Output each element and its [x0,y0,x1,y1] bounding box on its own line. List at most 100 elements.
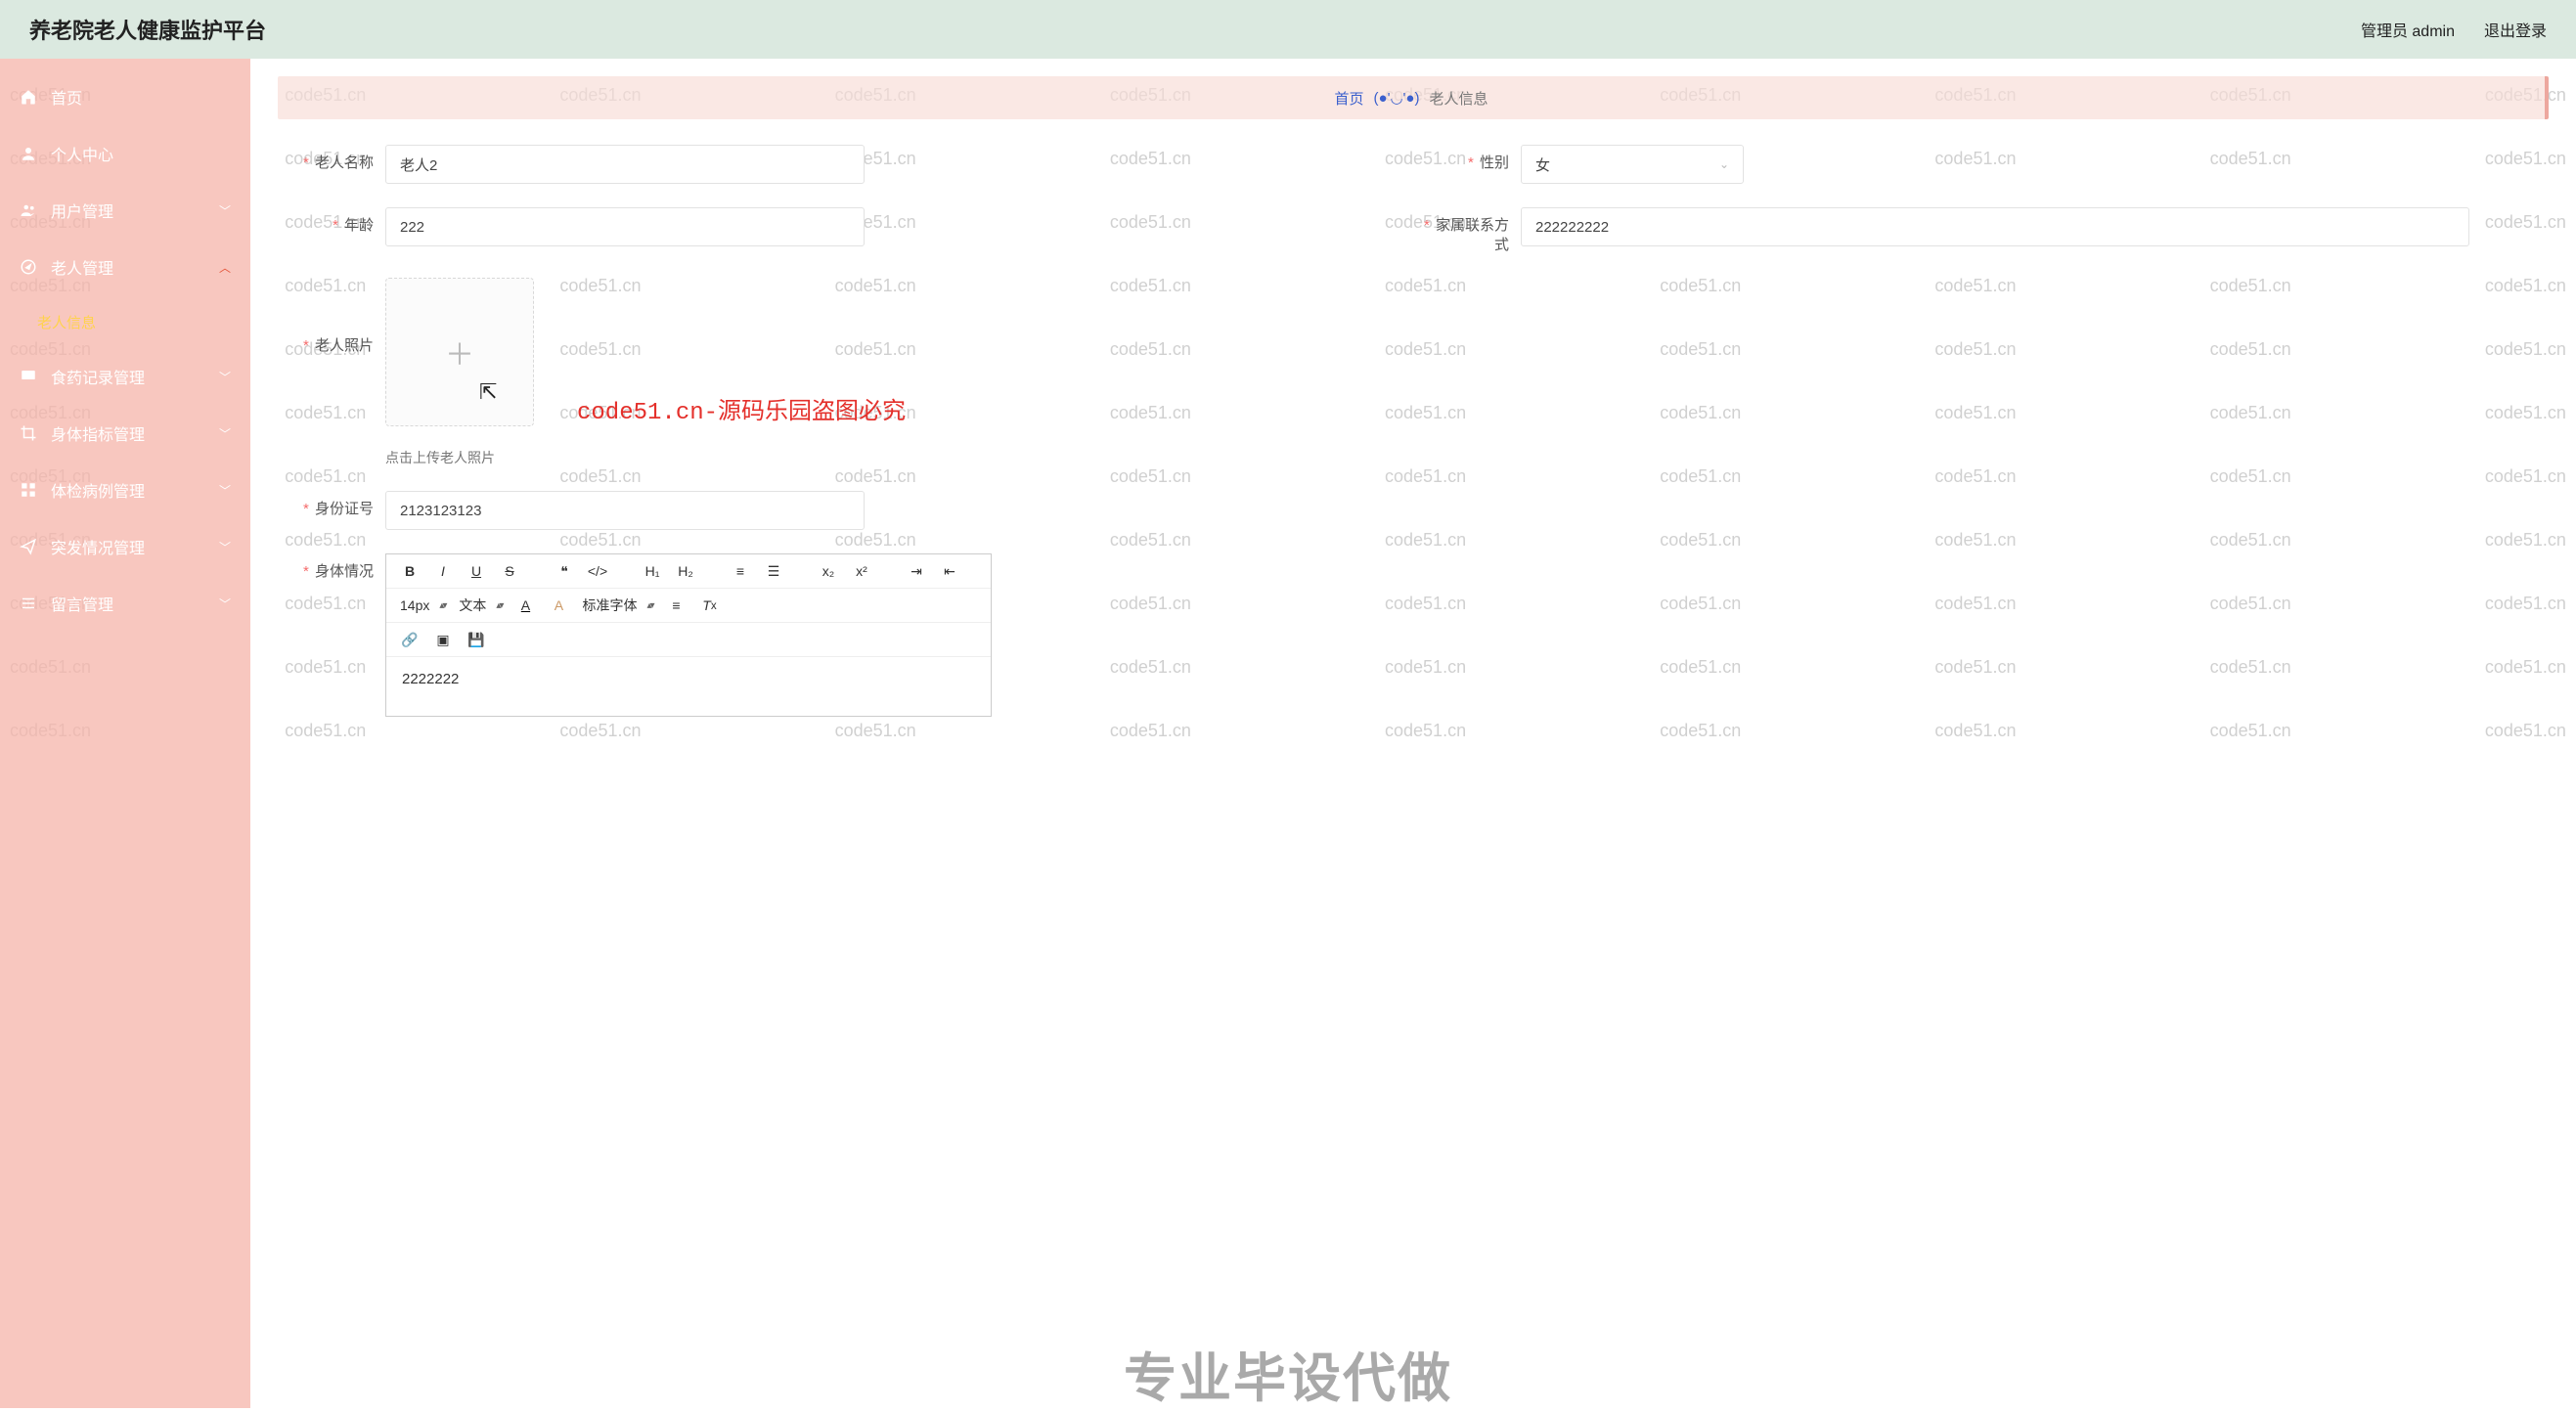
sidebar-item-label: 首页 [51,85,82,109]
italic-button[interactable]: I [433,560,453,582]
editor-toolbar-2: 14px▴▾ 文本▴▾ A A 标准字体▴▾ ≡ Tx [386,589,991,623]
crop-icon [20,424,37,442]
label-name: 老人名称 [278,145,385,173]
grid-icon [20,481,37,499]
fg-body: 身体情况 B I U S ❝ </> [278,553,2549,717]
sidebar-item-emergency[interactable]: 突发情况管理 ﹀ [0,518,250,575]
ul-button[interactable]: ☰ [764,560,783,582]
sidebar: 首页 个人中心 用户管理 ﹀ 老人管理 ︿ 老人信息 食药记录管理 ﹀ [0,59,250,1408]
photo-hint: 点击上传老人照片 [385,448,2519,467]
body-split: 首页 个人中心 用户管理 ﹀ 老人管理 ︿ 老人信息 食药记录管理 ﹀ [0,59,2576,1408]
sub-button[interactable]: x₂ [819,560,838,582]
chevron-down-icon: ﹀ [219,539,231,555]
chevron-down-icon: ﹀ [219,425,231,442]
bgcolor-button[interactable]: A [549,595,568,616]
editor-toolbar-3: 🔗 ▣ 💾 [386,623,991,657]
breadcrumb: 首页 (●'◡'●) 老人信息 [278,76,2549,119]
label-body: 身体情况 [278,553,385,582]
align-button[interactable]: ≡ [667,595,687,616]
idnum-input[interactable] [385,491,865,530]
gender-value: 女 [1535,154,1550,175]
label-age: 年龄 [278,207,385,236]
fg-age: 年龄 [278,207,1413,254]
chevron-down-icon: ﹀ [219,596,231,612]
sidebar-item-profile[interactable]: 个人中心 [0,125,250,182]
breadcrumb-home[interactable]: 首页 [1335,88,1364,109]
header-right: 管理员 admin 退出登录 [2361,18,2547,41]
fg-gender: 性别 女 ⌄ [1413,145,2549,184]
label-photo: 老人照片 [278,278,385,356]
fg-photo: 老人照片 ＋ 点击上传老人照片 [278,278,2549,467]
underline-button[interactable]: U [466,560,486,582]
indent-button[interactable]: ⇥ [907,560,926,582]
sidebar-item-label: 食药记录管理 [51,365,145,388]
app-title: 养老院老人健康监护平台 [29,14,266,45]
h1-button[interactable]: H₁ [643,560,662,582]
breadcrumb-face: (●'◡'●) [1374,89,1420,107]
code-button[interactable]: </> [588,560,607,582]
sidebar-sub-elderly-info[interactable]: 老人信息 [0,295,250,348]
send-icon [20,538,37,555]
sidebar-item-label: 用户管理 [51,199,113,222]
breadcrumb-current: 老人信息 [1429,88,1488,109]
sidebar-item-label: 留言管理 [51,592,113,615]
chevron-down-icon: ﹀ [219,482,231,499]
editor-body[interactable]: 2222222 [386,657,991,716]
save-button[interactable]: 💾 [466,629,486,650]
fontfamily-select[interactable]: 标准字体▴▾ [582,596,652,615]
header-bar: 养老院老人健康监护平台 管理员 admin 退出登录 [0,0,2576,59]
chevron-down-icon: ﹀ [219,369,231,385]
sidebar-item-label: 个人中心 [51,142,113,165]
sidebar-item-elderly[interactable]: 老人管理 ︿ [0,239,250,295]
monitor-icon [20,368,37,385]
gender-select[interactable]: 女 ⌄ [1521,145,1744,184]
home-icon [20,88,37,106]
label-contact: 家属联系方式 [1413,207,1521,254]
label-gender: 性别 [1413,145,1521,173]
clear-format-button[interactable]: Tx [700,595,720,616]
sidebar-item-medication[interactable]: 食药记录管理 ﹀ [0,348,250,405]
user-label[interactable]: 管理员 admin [2361,18,2455,41]
sidebar-item-body-index[interactable]: 身体指标管理 ﹀ [0,405,250,462]
fg-idnum: 身份证号 [278,491,2549,530]
fg-contact: 家属联系方式 [1413,207,2549,254]
chevron-down-icon: ﹀ [219,202,231,219]
sidebar-item-label: 身体指标管理 [51,421,145,445]
photo-upload[interactable]: ＋ [385,278,534,426]
logout-button[interactable]: 退出登录 [2484,18,2547,41]
sidebar-item-users[interactable]: 用户管理 ﹀ [0,182,250,239]
chevron-down-icon: ⌄ [1719,157,1729,171]
fontsize-select[interactable]: 14px▴▾ [400,597,445,613]
sidebar-item-label: 老人管理 [51,255,113,279]
contact-input[interactable] [1521,207,2469,246]
link-button[interactable]: 🔗 [400,629,420,650]
h2-button[interactable]: H₂ [676,560,695,582]
app-root: 养老院老人健康监护平台 管理员 admin 退出登录 首页 个人中心 用户管理 … [0,0,2576,1408]
editor-toolbar-1: B I U S ❝ </> H₁ H₂ ≡ [386,554,991,589]
list-icon [20,595,37,612]
age-input[interactable] [385,207,865,246]
plus-icon: ＋ [445,331,474,374]
sup-button[interactable]: x² [852,560,871,582]
sidebar-item-checkup[interactable]: 体检病例管理 ﹀ [0,462,250,518]
image-button[interactable]: ▣ [433,629,453,650]
ol-button[interactable]: ≡ [731,560,750,582]
user-icon [20,145,37,162]
main-content: 首页 (●'◡'●) 老人信息 老人名称 性别 女 ⌄ [250,59,2576,1408]
sidebar-item-messages[interactable]: 留言管理 ﹀ [0,575,250,632]
bold-button[interactable]: B [400,560,420,582]
strike-button[interactable]: S [500,560,519,582]
name-input[interactable] [385,145,865,184]
textcolor-button[interactable]: A [515,595,535,616]
sidebar-item-label: 突发情况管理 [51,535,145,558]
users-icon [20,201,37,219]
quote-button[interactable]: ❝ [555,560,574,582]
label-idnum: 身份证号 [278,491,385,519]
textstyle-select[interactable]: 文本▴▾ [459,596,502,615]
chevron-up-icon: ︿ [219,259,231,276]
outdent-button[interactable]: ⇤ [940,560,959,582]
sidebar-item-home[interactable]: 首页 [0,68,250,125]
compass-icon [20,258,37,276]
rich-editor: B I U S ❝ </> H₁ H₂ ≡ [385,553,992,717]
fg-name: 老人名称 [278,145,1413,184]
